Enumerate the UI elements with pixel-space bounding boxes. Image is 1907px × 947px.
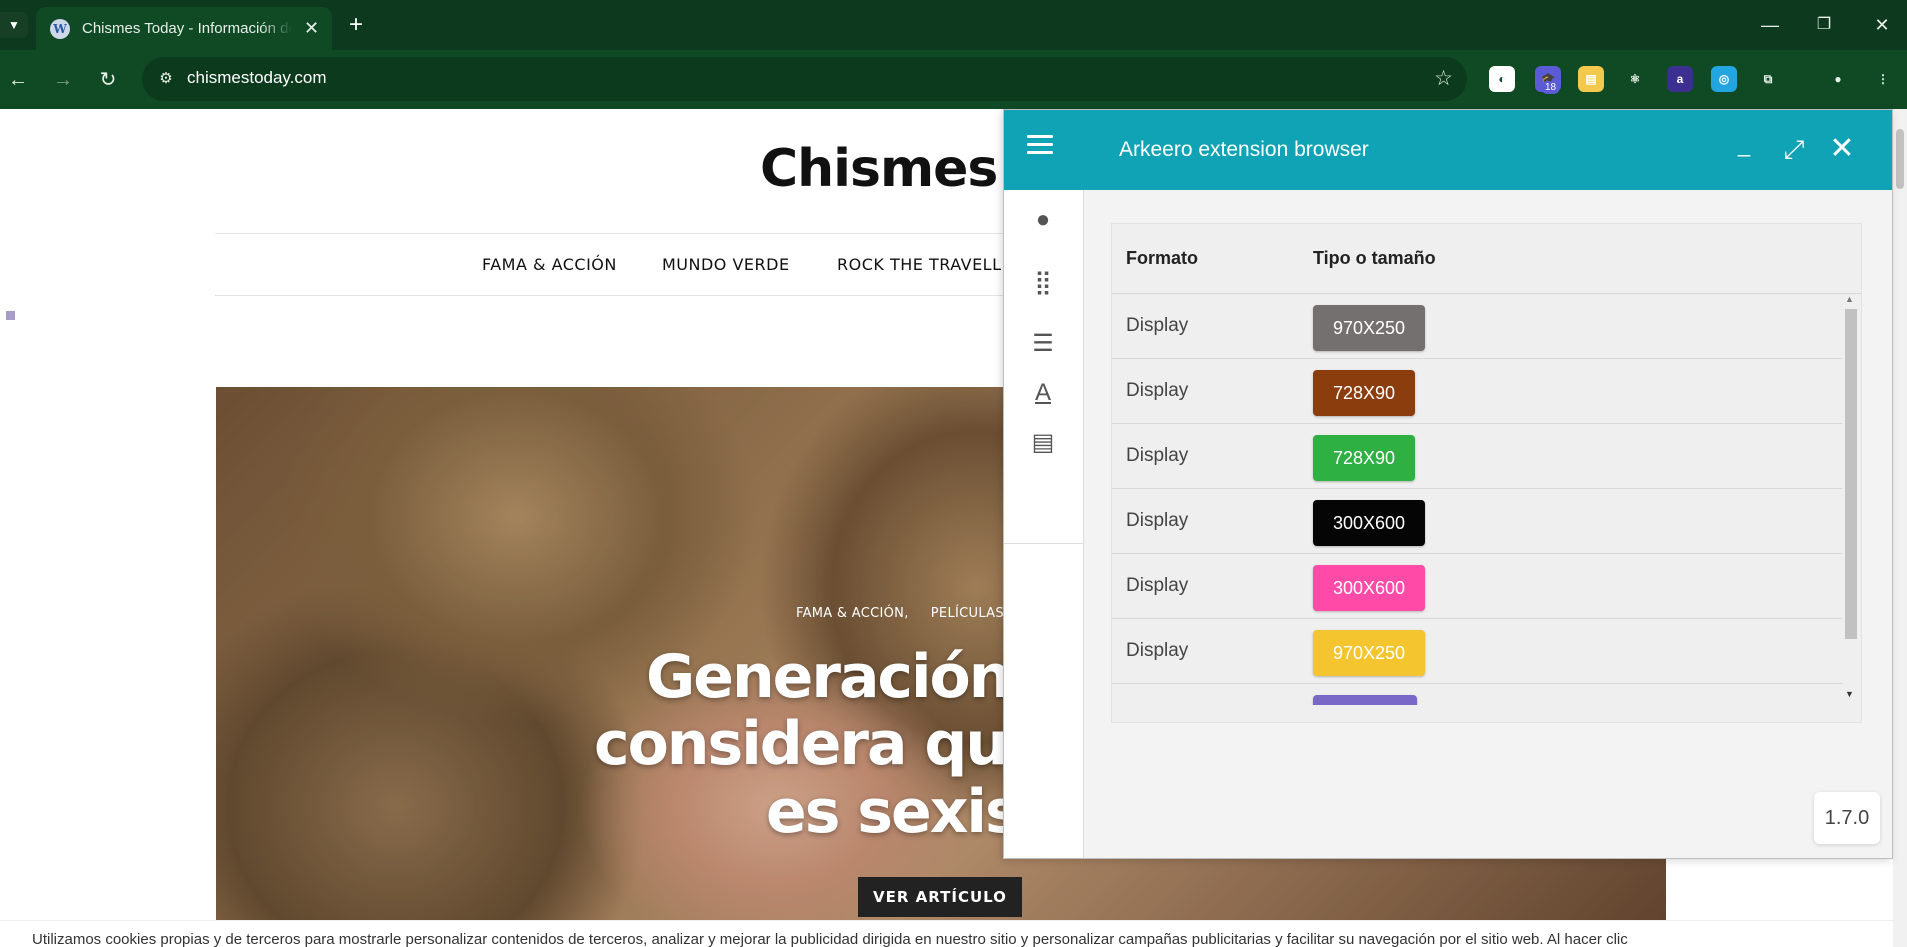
size-button[interactable]: 300X600 bbox=[1313, 565, 1426, 611]
extension-minimize-button[interactable]: _ bbox=[1734, 132, 1754, 162]
address-bar[interactable]: ⚙ chismestoday.com ☆ bbox=[142, 57, 1467, 101]
article-icon[interactable]: ▤ bbox=[1028, 428, 1058, 458]
size-button[interactable]: 970X250 bbox=[1313, 630, 1426, 676]
table-header: Formato Tipo o tamaño bbox=[1112, 224, 1861, 294]
extension-close-button[interactable]: ✕ bbox=[1827, 132, 1857, 166]
cookie-text: Utilizamos cookies propias y de terceros… bbox=[32, 931, 1628, 947]
format-cell: Display bbox=[1126, 510, 1189, 531]
reload-button[interactable]: ↻ bbox=[92, 64, 124, 96]
arrow-right-icon: → bbox=[53, 69, 73, 91]
extensions-puzzle-icon[interactable]: ⧉ bbox=[1755, 66, 1781, 92]
hero-categories[interactable]: FAMA & ACCIÓN, PELÍCULAS, bbox=[796, 606, 1008, 621]
text-format-icon[interactable]: A bbox=[1028, 378, 1058, 408]
page-scrollbar[interactable] bbox=[1893, 109, 1907, 947]
scroll-up-arrow-icon[interactable]: ▲ bbox=[1845, 294, 1854, 304]
size-button[interactable]: 728X90 bbox=[1313, 435, 1416, 481]
close-tab-button[interactable]: ✕ bbox=[304, 18, 319, 39]
chevron-down-icon: ▼ bbox=[8, 18, 20, 32]
window-restore-button[interactable]: ❐ bbox=[1801, 8, 1847, 42]
apps-alert-icon[interactable]: ⣿ bbox=[1028, 268, 1058, 298]
header-tipo-tamano: Tipo o tamaño bbox=[1313, 248, 1436, 268]
browser-toolbar: ← → ↻ ⚙ chismestoday.com ☆ ◐ 🎓 ▤ ⚛ a ◎ ⧉ ● ⋮ 18 bbox=[0, 50, 1907, 109]
format-cell: Display bbox=[1126, 315, 1189, 336]
size-button[interactable]: 728X90 bbox=[1313, 370, 1416, 416]
table-row: Display 300X600 bbox=[1112, 489, 1842, 554]
version-badge: 1.7.0 bbox=[1814, 792, 1880, 844]
active-tab[interactable]: W Chismes Today - Información de ✕ bbox=[36, 7, 332, 50]
list-icon[interactable]: ☰ bbox=[1028, 329, 1058, 359]
back-button[interactable]: ← bbox=[2, 64, 34, 96]
scroll-down-arrow-icon[interactable]: ▼ bbox=[1845, 689, 1854, 699]
tune-icon: ⚙ bbox=[159, 70, 173, 87]
extension-header: Arkeero extension browser _ ⤢ ✕ bbox=[1004, 110, 1892, 190]
profile-icon[interactable]: ● bbox=[1825, 66, 1851, 92]
cookie-banner: Utilizamos cookies propias y de terceros… bbox=[0, 920, 1907, 947]
site-info-button[interactable]: ⚙ bbox=[152, 65, 180, 93]
hero-headline-line-2[interactable]: considera que bbox=[594, 709, 1047, 779]
table-row bbox=[1112, 684, 1842, 705]
table-scrollbar[interactable]: ▲ ▼ bbox=[1842, 294, 1858, 705]
format-cell: Display bbox=[1126, 640, 1189, 661]
table-row: Display 728X90 bbox=[1112, 424, 1842, 489]
new-tab-button[interactable]: + bbox=[344, 10, 368, 40]
arkeero-extension-panel: Arkeero extension browser _ ⤢ ✕ ● ⣿ ☰ A … bbox=[1003, 109, 1893, 859]
nav-item-mundo-verde[interactable]: MUNDO VERDE bbox=[662, 255, 790, 274]
window-minimize-button[interactable]: — bbox=[1747, 8, 1793, 42]
ad-format-table: Formato Tipo o tamaño Display 970X250 Disp… bbox=[1111, 223, 1862, 723]
size-button[interactable]: 970X250 bbox=[1313, 305, 1426, 351]
table-row: Display 970X250 bbox=[1112, 294, 1842, 359]
extension-expand-button[interactable]: ⤢ bbox=[1779, 134, 1809, 164]
ext-a-icon[interactable]: a bbox=[1667, 66, 1693, 92]
reload-icon: ↻ bbox=[99, 69, 117, 91]
table-scroll-thumb[interactable] bbox=[1845, 309, 1857, 639]
format-cell: Display bbox=[1126, 380, 1189, 401]
hamburger-menu-icon[interactable] bbox=[1027, 135, 1053, 165]
format-cell: Display bbox=[1126, 445, 1189, 466]
tab-strip: ▼ W Chismes Today - Información de ✕ + —… bbox=[0, 0, 1907, 50]
tab-title: Chismes Today - Información de bbox=[82, 20, 292, 37]
format-cell: Display bbox=[1126, 575, 1189, 596]
header-formato: Formato bbox=[1126, 248, 1198, 268]
ad-marker bbox=[6, 311, 15, 320]
table-row: Display 300X600 bbox=[1112, 554, 1842, 619]
menu-dots-icon[interactable]: ⋮ bbox=[1870, 66, 1896, 92]
table-row: Display 970X250 bbox=[1112, 619, 1842, 684]
url-text[interactable]: chismestoday.com bbox=[187, 68, 327, 88]
table-row: Display 728X90 bbox=[1112, 359, 1842, 424]
window-close-button[interactable]: ✕ bbox=[1859, 8, 1905, 42]
wordpress-favicon-icon: W bbox=[50, 18, 70, 39]
forward-button[interactable]: → bbox=[47, 64, 79, 96]
extension-title: Arkeero extension browser bbox=[1119, 138, 1369, 161]
page-scroll-thumb[interactable] bbox=[1896, 129, 1904, 189]
palette-icon[interactable]: ● bbox=[1028, 205, 1058, 235]
bookmark-star-icon[interactable]: ☆ bbox=[1434, 66, 1453, 91]
tab-search-button[interactable]: ▼ bbox=[0, 12, 28, 38]
nav-item-fama-accion[interactable]: FAMA & ACCIÓN bbox=[482, 255, 617, 274]
table-body: Display 970X250 Display 728X90 Display 728X90… bbox=[1112, 294, 1842, 705]
arrow-left-icon: ← bbox=[8, 69, 28, 91]
ext-note-icon[interactable]: ▤ bbox=[1578, 66, 1604, 92]
size-button[interactable]: 300X600 bbox=[1313, 500, 1426, 546]
extension-sidebar: ● ⣿ ☰ A ▤ bbox=[1004, 190, 1084, 858]
ext-react-icon[interactable]: ⚛ bbox=[1622, 66, 1648, 92]
ext-target-icon[interactable]: ◎ bbox=[1711, 66, 1737, 92]
read-article-button[interactable]: VER ARTÍCULO bbox=[858, 877, 1022, 917]
extension-badge: 18 bbox=[1541, 81, 1561, 94]
size-button[interactable] bbox=[1313, 695, 1417, 705]
ext-circle-icon[interactable]: ◐ bbox=[1489, 66, 1515, 92]
hero-headline-line-1[interactable]: Generación c bbox=[646, 642, 1064, 712]
nav-item-rock-the-travell[interactable]: ROCK THE TRAVELL bbox=[837, 255, 1002, 274]
